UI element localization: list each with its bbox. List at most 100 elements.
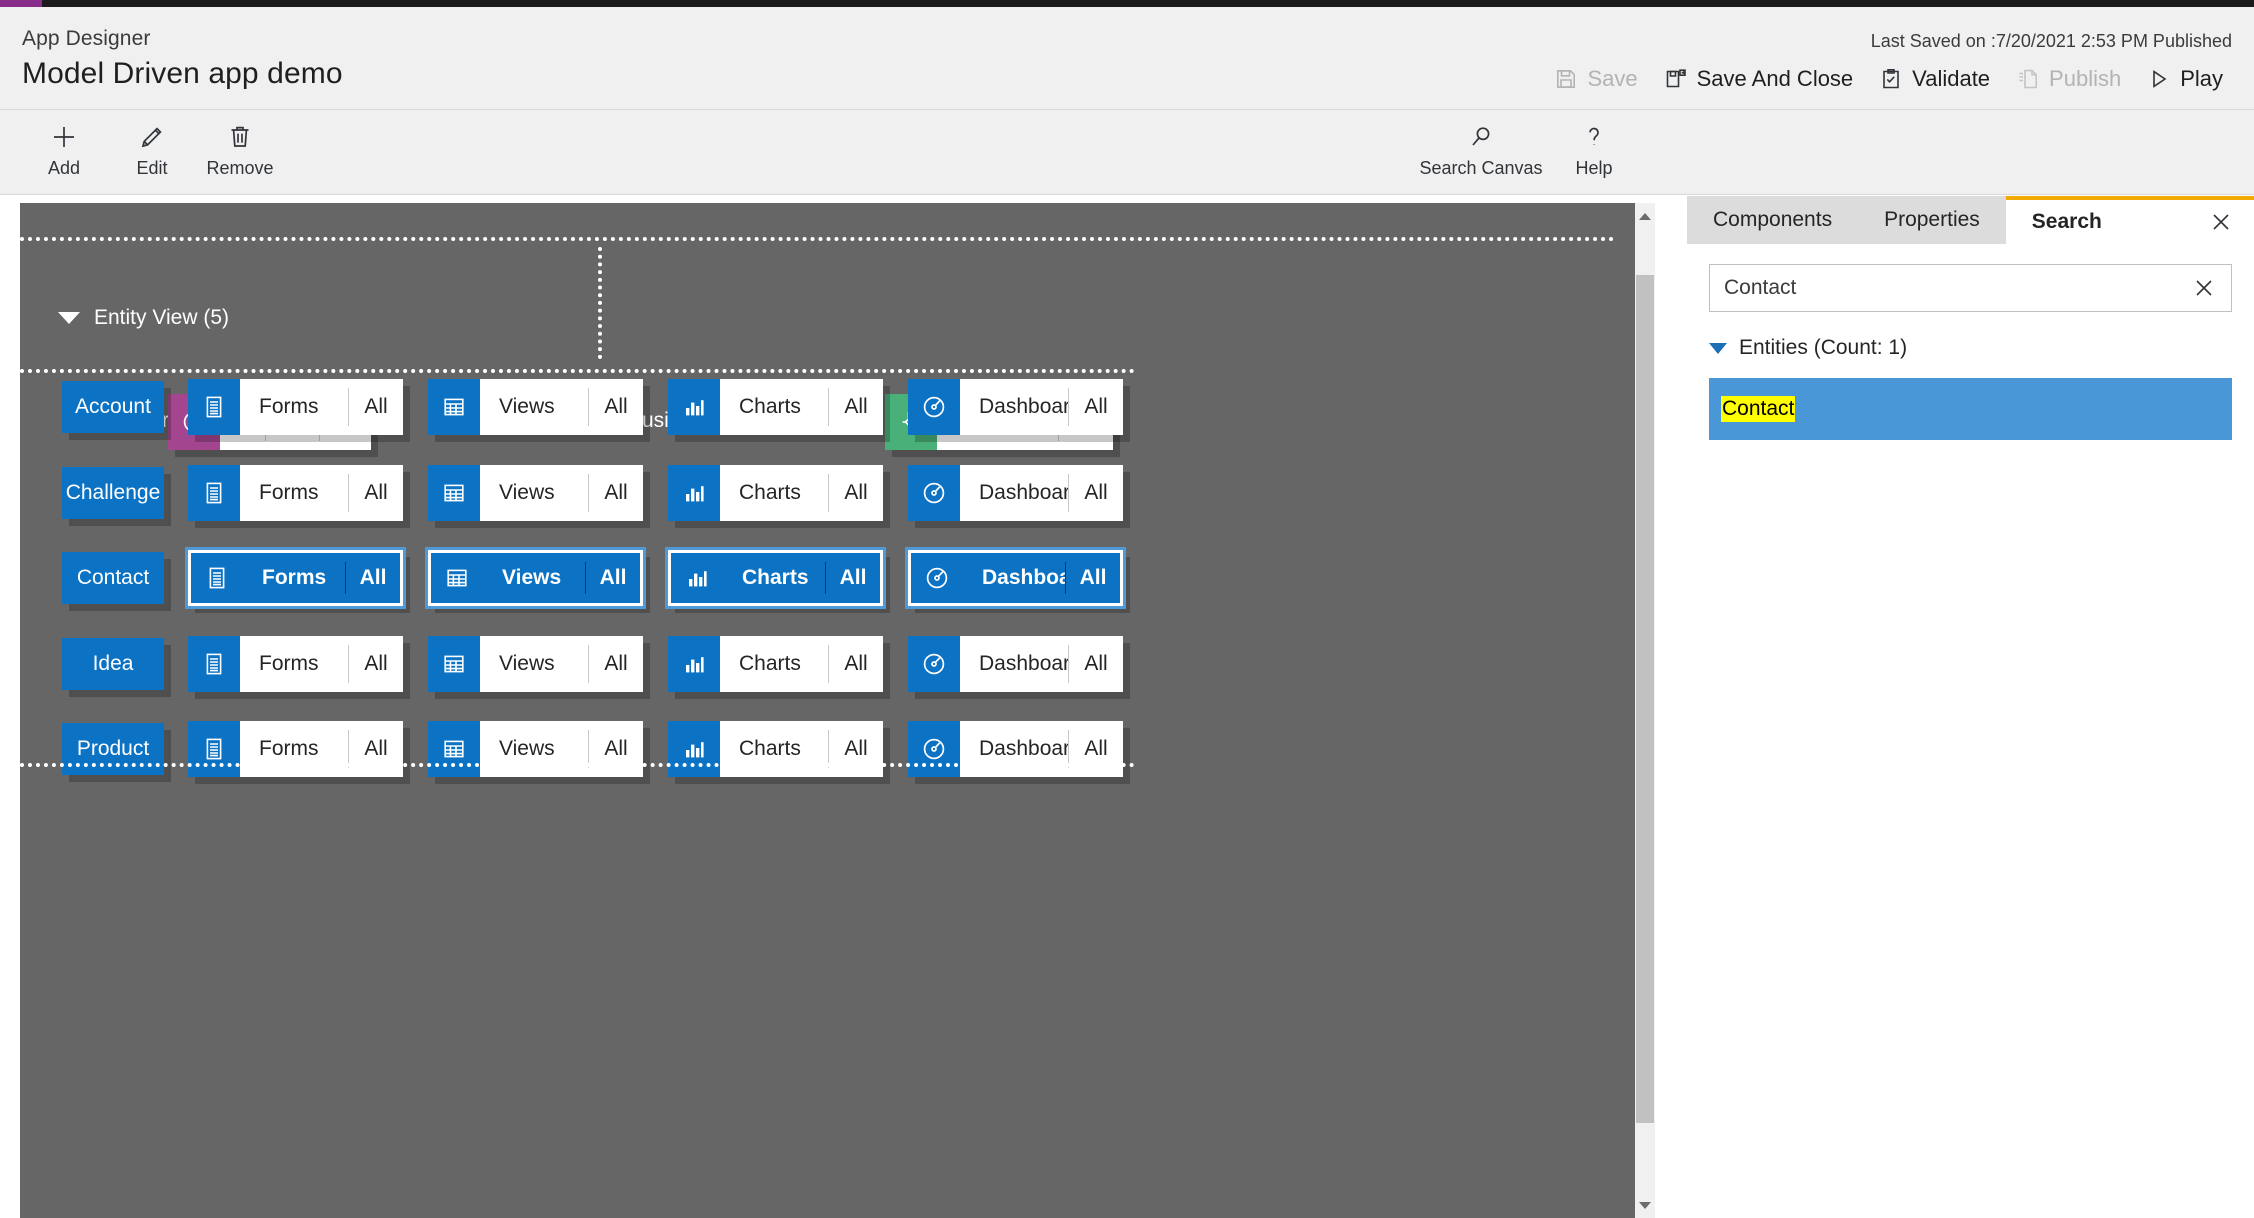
chevron-down-icon <box>1709 342 1727 354</box>
tab-components[interactable]: Components <box>1687 196 1859 244</box>
tab-search[interactable]: Search <box>2005 196 2254 244</box>
entity-search-box[interactable] <box>1709 264 2232 312</box>
command-bar-left-group: Add Edit Remove <box>20 110 284 179</box>
tile-idea-dashboards[interactable]: Dashboards All <box>908 635 1123 692</box>
clear-icon[interactable] <box>2177 277 2231 299</box>
top-accent-bar <box>0 0 2254 7</box>
tile-name: Views <box>502 566 562 589</box>
tab-properties-label: Properties <box>1884 208 1980 231</box>
tile-account-charts[interactable]: Charts All <box>668 379 883 435</box>
chevron-down-icon <box>58 312 80 324</box>
gauge-icon <box>908 635 960 692</box>
tile-contact-views[interactable]: Views All <box>425 547 646 609</box>
tab-properties[interactable]: Properties <box>1858 196 2006 244</box>
grid-icon <box>428 379 480 435</box>
tile-contact-dashboards[interactable]: Dashboards All <box>905 547 1126 609</box>
gauge-icon <box>908 379 960 435</box>
tile-value: All <box>364 480 388 504</box>
tile-value: All <box>1079 566 1107 589</box>
tile-challenge-forms[interactable]: Forms All <box>188 464 403 521</box>
tile-name: Views <box>499 651 555 675</box>
entity-view-header[interactable]: Entity View (5) <box>58 306 229 330</box>
search-input[interactable] <box>1710 276 2177 300</box>
close-icon[interactable] <box>2210 211 2232 233</box>
search-result-item-contact[interactable]: Contact <box>1709 378 2232 440</box>
tile-value: All <box>604 480 628 504</box>
validate-button[interactable]: Validate <box>1866 62 2003 96</box>
trash-icon <box>225 122 255 152</box>
tile-value: All <box>844 395 868 418</box>
validate-label: Validate <box>1912 66 1991 91</box>
bar-chart-icon <box>668 635 720 692</box>
tile-value: All <box>844 737 868 760</box>
tile-value: All <box>604 395 628 418</box>
gauge-icon <box>908 464 960 521</box>
entity-button-account[interactable]: Account <box>62 381 164 433</box>
plus-icon <box>49 122 79 152</box>
play-icon <box>2147 67 2171 91</box>
tile-name: Forms <box>262 566 327 589</box>
scroll-down-arrow-icon[interactable] <box>1635 1195 1655 1215</box>
tile-value: All <box>839 566 867 589</box>
tile-account-forms[interactable]: Forms All <box>188 379 403 435</box>
tile-idea-charts[interactable]: Charts All <box>668 635 883 692</box>
save-and-close-label: Save And Close <box>1696 66 1854 91</box>
header-actions: Save Save And Close Validate Publish Pla… <box>1541 62 2236 96</box>
scroll-up-arrow-icon[interactable] <box>1635 206 1655 226</box>
validate-icon <box>1879 67 1903 91</box>
tile-name: Charts <box>739 651 801 675</box>
help-label: Help <box>1575 158 1613 178</box>
tile-name: Forms <box>259 737 319 760</box>
entity-button-label: Product <box>76 737 150 760</box>
search-results-header[interactable]: Entities (Count: 1) <box>1709 336 1907 360</box>
save-button[interactable]: Save <box>1541 62 1650 96</box>
app-designer-window: App Designer Model Driven app demo Last … <box>0 0 2254 1218</box>
tile-contact-forms[interactable]: Forms All <box>185 547 406 609</box>
tile-product-forms[interactable]: Forms All <box>188 721 403 777</box>
entity-button-product[interactable]: Product <box>62 723 164 775</box>
tile-name: Charts <box>739 395 801 418</box>
tile-product-views[interactable]: Views All <box>428 721 643 777</box>
tile-product-charts[interactable]: Charts All <box>668 721 883 777</box>
tile-value: All <box>359 566 387 589</box>
tile-name: Forms <box>259 480 319 504</box>
tile-challenge-views[interactable]: Views All <box>428 464 643 521</box>
help-button[interactable]: Help <box>1550 110 1638 179</box>
tile-account-dashboards[interactable]: Dashboards All <box>908 379 1123 435</box>
tile-value: All <box>364 737 388 760</box>
tile-value: All <box>604 737 628 760</box>
edit-button[interactable]: Edit <box>108 110 196 179</box>
tile-value: All <box>1084 395 1108 418</box>
publish-icon <box>2016 67 2040 91</box>
save-and-close-button[interactable]: Save And Close <box>1651 62 1867 96</box>
entity-button-label: Contact <box>76 566 150 589</box>
tile-account-views[interactable]: Views All <box>428 379 643 435</box>
page-title: Model Driven app demo <box>22 57 343 90</box>
tile-idea-forms[interactable]: Forms All <box>188 635 403 692</box>
add-label: Add <box>47 158 81 178</box>
tile-idea-views[interactable]: Views All <box>428 635 643 692</box>
entity-button-contact[interactable]: Contact <box>62 552 164 604</box>
tile-challenge-charts[interactable]: Charts All <box>668 464 883 521</box>
search-canvas-button[interactable]: Search Canvas <box>1412 110 1550 179</box>
app-canvas[interactable]: Dashboards Dashboards 1 Business Process… <box>20 203 1635 1218</box>
scrollbar-thumb[interactable] <box>1636 275 1654 1123</box>
canvas-scrollbar[interactable] <box>1635 203 1655 1218</box>
entity-view-label: Entity View (5) <box>94 306 229 329</box>
search-results-count-label: Entities (Count: 1) <box>1739 336 1908 359</box>
bar-chart-icon <box>668 721 720 777</box>
add-button[interactable]: Add <box>20 110 108 179</box>
play-button[interactable]: Play <box>2134 62 2236 96</box>
entity-button-idea[interactable]: Idea <box>62 637 164 690</box>
tile-challenge-dashboards[interactable]: Dashboards All <box>908 464 1123 521</box>
tile-contact-charts[interactable]: Charts All <box>665 547 886 609</box>
entity-button-challenge[interactable]: Challenge <box>62 466 164 519</box>
tile-name: Dashboards <box>982 566 1066 589</box>
app-header: App Designer Model Driven app demo Last … <box>0 7 2254 110</box>
tile-product-dashboards[interactable]: Dashboards All <box>908 721 1123 777</box>
save-button-label: Save <box>1587 66 1638 91</box>
remove-button[interactable]: Remove <box>196 110 284 179</box>
publish-button[interactable]: Publish <box>2003 62 2134 96</box>
tile-value: All <box>844 480 868 504</box>
canvas-divider-top <box>20 237 1615 241</box>
